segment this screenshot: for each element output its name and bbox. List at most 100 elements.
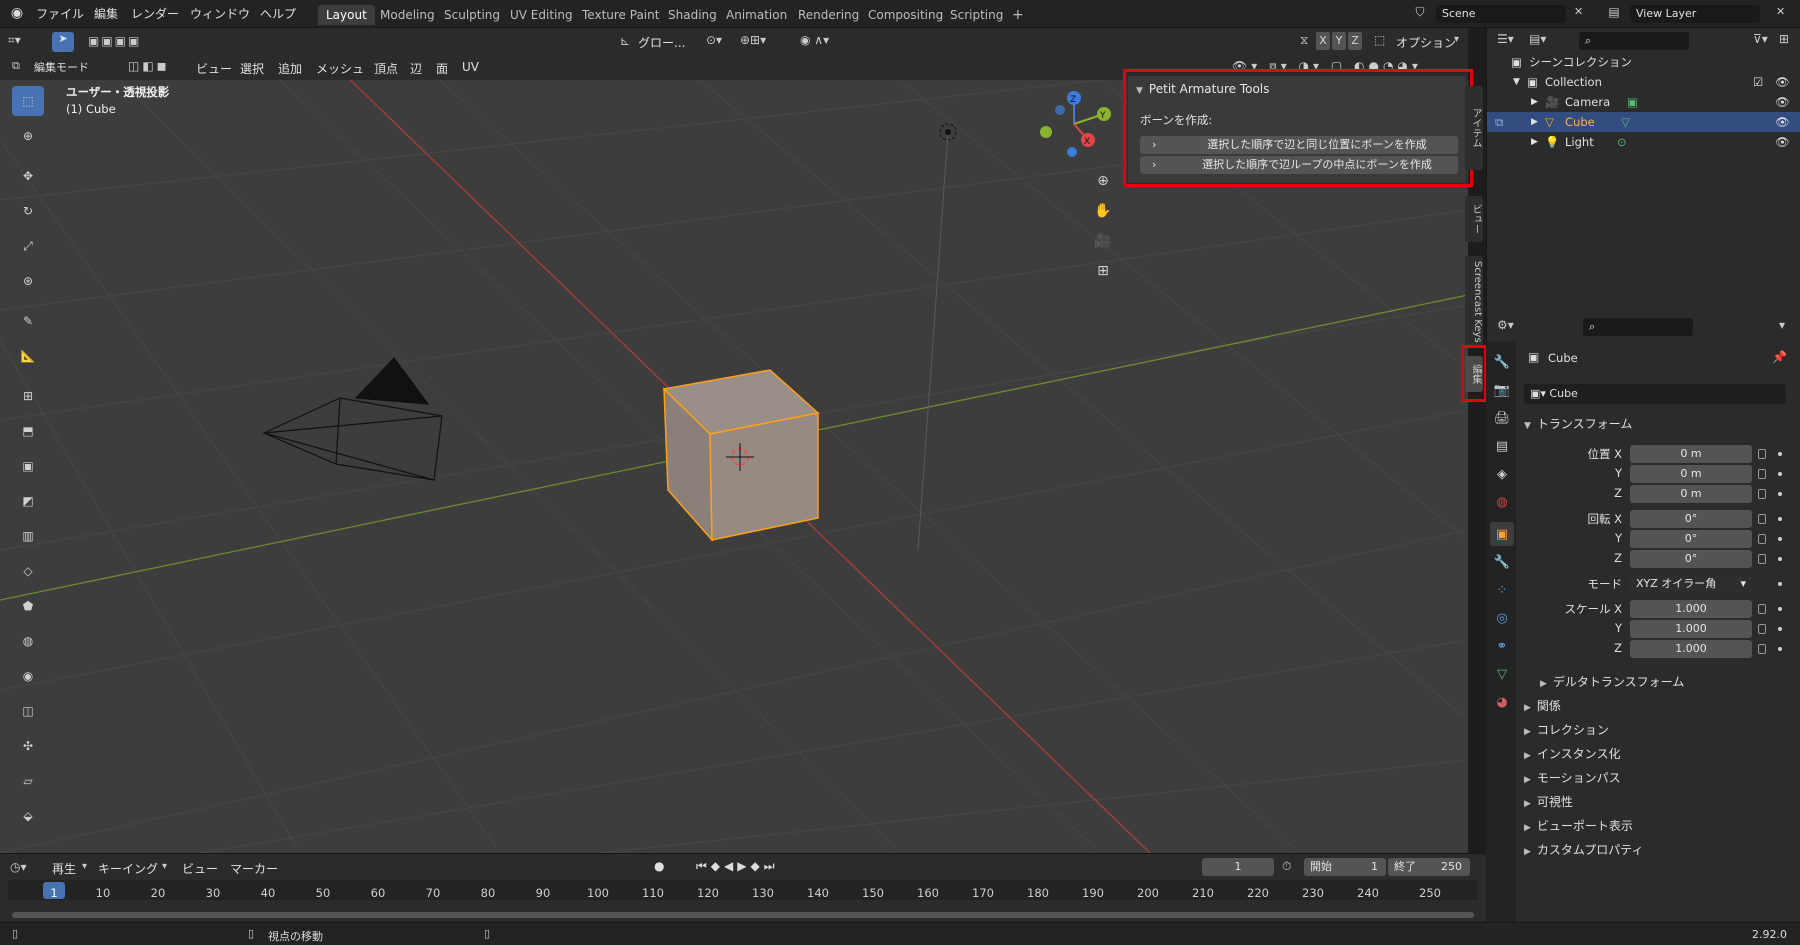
knife-tool-icon[interactable]: ◇ xyxy=(12,556,44,586)
editor-type-icon[interactable]: ⌗▾ xyxy=(8,33,21,48)
expand-icon[interactable]: ▶ xyxy=(1531,92,1538,112)
lock-icon[interactable] xyxy=(1758,604,1766,614)
playback-controls-icon[interactable]: ⏮◆◀▶◆⏭ xyxy=(696,859,779,874)
lock-icon[interactable] xyxy=(1758,469,1766,479)
lock-icon[interactable] xyxy=(1758,534,1766,544)
tab-rendering[interactable]: Rendering xyxy=(790,5,867,25)
mirror-icon[interactable]: ⧖ xyxy=(1300,33,1308,48)
mode-selector[interactable]: 編集モード xyxy=(28,59,120,77)
section-custom-properties[interactable]: ▶ カスタムプロパティ xyxy=(1524,841,1643,858)
menu-select[interactable]: 選択 xyxy=(240,60,264,77)
world-tab-icon[interactable]: ◍ xyxy=(1490,490,1514,514)
outliner-row-scene-collection[interactable]: ▣ シーンコレクション xyxy=(1487,52,1800,72)
eye-icon[interactable]: 👁 xyxy=(1775,132,1790,152)
record-icon[interactable]: ● xyxy=(654,859,664,873)
scene-selector[interactable]: Scene xyxy=(1436,5,1566,23)
tab-modeling[interactable]: Modeling xyxy=(372,5,443,25)
cursor-tool-icon[interactable]: ⊕ xyxy=(12,121,44,151)
select-box-icon[interactable]: ➤ xyxy=(52,32,74,52)
section-viewport-display[interactable]: ▶ ビューポート表示 xyxy=(1524,817,1633,834)
3d-viewport[interactable]: ユーザー・透視投影 (1) Cube Z Y X ⊕ ✋ 🎥 ⊞ xyxy=(0,80,1468,853)
editor-type-icon[interactable]: ☰▾ xyxy=(1497,32,1514,46)
eye-icon[interactable]: 👁 xyxy=(1775,72,1790,92)
keyframe-dot[interactable] xyxy=(1778,472,1782,476)
keyframe-dot[interactable] xyxy=(1778,557,1782,561)
tab-animation[interactable]: Animation xyxy=(718,5,795,25)
menu-vertex[interactable]: 頂点 xyxy=(374,60,398,77)
section-transform[interactable]: ▼ トランスフォーム xyxy=(1524,415,1632,432)
keyframe-dot[interactable] xyxy=(1778,517,1782,521)
tab-uv-editing[interactable]: UV Editing xyxy=(502,5,581,25)
shrink-fatten-tool-icon[interactable]: ✣ xyxy=(12,731,44,761)
tab-layout[interactable]: Layout xyxy=(318,5,375,25)
menu-mesh[interactable]: メッシュ xyxy=(316,60,364,77)
tab-compositing[interactable]: Compositing xyxy=(860,5,951,25)
eye-icon[interactable]: 👁 xyxy=(1775,92,1790,112)
section-visibility[interactable]: ▶ 可視性 xyxy=(1524,793,1573,810)
data-tab-icon[interactable]: ▽ xyxy=(1490,662,1514,686)
rotate-tool-icon[interactable]: ↻ xyxy=(12,196,44,226)
eye-icon[interactable]: 👁 xyxy=(1775,112,1790,132)
menu-view[interactable]: ビュー xyxy=(196,60,232,77)
pivot-icon[interactable]: ⊙▾ xyxy=(706,33,722,47)
edit-mode-icon[interactable]: ⧉ xyxy=(1495,112,1503,132)
lock-icon[interactable] xyxy=(1758,489,1766,499)
camera-data-icon[interactable]: ▣ xyxy=(1627,92,1638,112)
smooth-tool-icon[interactable]: ◉ xyxy=(12,661,44,691)
loop-cut-tool-icon[interactable]: ▥ xyxy=(12,521,44,551)
tab-view[interactable]: ビュー xyxy=(1465,196,1483,242)
menu-help[interactable]: ヘルプ xyxy=(260,5,296,22)
view-layer-tab-icon[interactable]: ▤ xyxy=(1490,434,1514,458)
transform-orientation-icon[interactable]: ⊾ xyxy=(620,34,630,48)
add-cube-tool-icon[interactable]: ⊞ xyxy=(12,381,44,411)
keyframe-dot[interactable] xyxy=(1778,492,1782,496)
location-y-field[interactable]: 0 m xyxy=(1630,465,1752,483)
bevel-tool-icon[interactable]: ◩ xyxy=(12,486,44,516)
keying-menu[interactable]: キーイング xyxy=(98,860,158,877)
scale-z-field[interactable]: 1.000 xyxy=(1630,640,1752,658)
close-icon[interactable]: ✕ xyxy=(1776,5,1785,18)
expand-icon[interactable]: ▶ xyxy=(1531,132,1538,152)
output-tab-icon[interactable]: 🖨 xyxy=(1490,406,1514,430)
transform-orientation[interactable]: グロー... xyxy=(638,34,685,51)
pin-icon[interactable]: 📌 xyxy=(1772,350,1787,364)
location-z-field[interactable]: 0 m xyxy=(1630,485,1752,503)
shear-tool-icon[interactable]: ▱ xyxy=(12,766,44,796)
menu-file[interactable]: ファイル xyxy=(36,5,84,22)
expand-icon[interactable]: ▼ xyxy=(1513,72,1520,92)
timeline-view-menu[interactable]: ビュー xyxy=(182,860,218,877)
add-workspace-icon[interactable]: + xyxy=(1004,5,1032,25)
checkbox-icon[interactable]: ☑ xyxy=(1753,72,1763,92)
rip-tool-icon[interactable]: ⬙ xyxy=(12,801,44,831)
location-x-field[interactable]: 0 m xyxy=(1630,445,1752,463)
tab-screencast-keys[interactable]: Screencast Keys xyxy=(1465,256,1483,348)
lock-icon[interactable] xyxy=(1758,554,1766,564)
section-delta-transform[interactable]: ▶ デルタトランスフォーム xyxy=(1540,673,1684,690)
keyframe-dot[interactable] xyxy=(1778,537,1782,541)
frame-end-field[interactable]: 終了 250 xyxy=(1388,858,1470,876)
chevron-down-icon[interactable]: ▾ xyxy=(1779,318,1785,332)
keyframe-dot[interactable] xyxy=(1778,607,1782,611)
lock-icon[interactable] xyxy=(1758,624,1766,634)
inset-tool-icon[interactable]: ▣ xyxy=(12,451,44,481)
select-mode-icons[interactable]: ▣▣▣▣ xyxy=(88,34,141,48)
menu-window[interactable]: ウィンドウ xyxy=(190,5,250,22)
keyframe-dot[interactable] xyxy=(1778,452,1782,456)
extrude-tool-icon[interactable]: ⬒ xyxy=(12,416,44,446)
mirror-z[interactable]: Z xyxy=(1348,32,1362,50)
constraint-tab-icon[interactable]: ⚭ xyxy=(1490,634,1514,658)
rotation-mode-select[interactable]: XYZ オイラー角 ▾ xyxy=(1630,575,1752,593)
object-tab-icon[interactable]: ▣ xyxy=(1490,522,1514,546)
outliner-row-light[interactable]: ▶ 💡 Light ⊙ 👁 xyxy=(1487,132,1800,152)
display-mode-icon[interactable]: ▤▾ xyxy=(1529,32,1546,46)
hand-pan-icon[interactable]: ✋ xyxy=(1090,198,1116,224)
edge-slide-tool-icon[interactable]: ◫ xyxy=(12,696,44,726)
keyframe-dot[interactable] xyxy=(1778,647,1782,651)
keyframe-dot[interactable] xyxy=(1778,582,1782,586)
tool-tab-icon[interactable]: 🔧 xyxy=(1490,350,1514,374)
lock-icon[interactable] xyxy=(1758,514,1766,524)
modifier-tab-icon[interactable]: 🔧 xyxy=(1490,550,1514,574)
menu-face[interactable]: 面 xyxy=(436,60,448,77)
menu-uv[interactable]: UV xyxy=(462,60,479,74)
new-collection-icon[interactable]: ⊞ xyxy=(1779,32,1789,46)
